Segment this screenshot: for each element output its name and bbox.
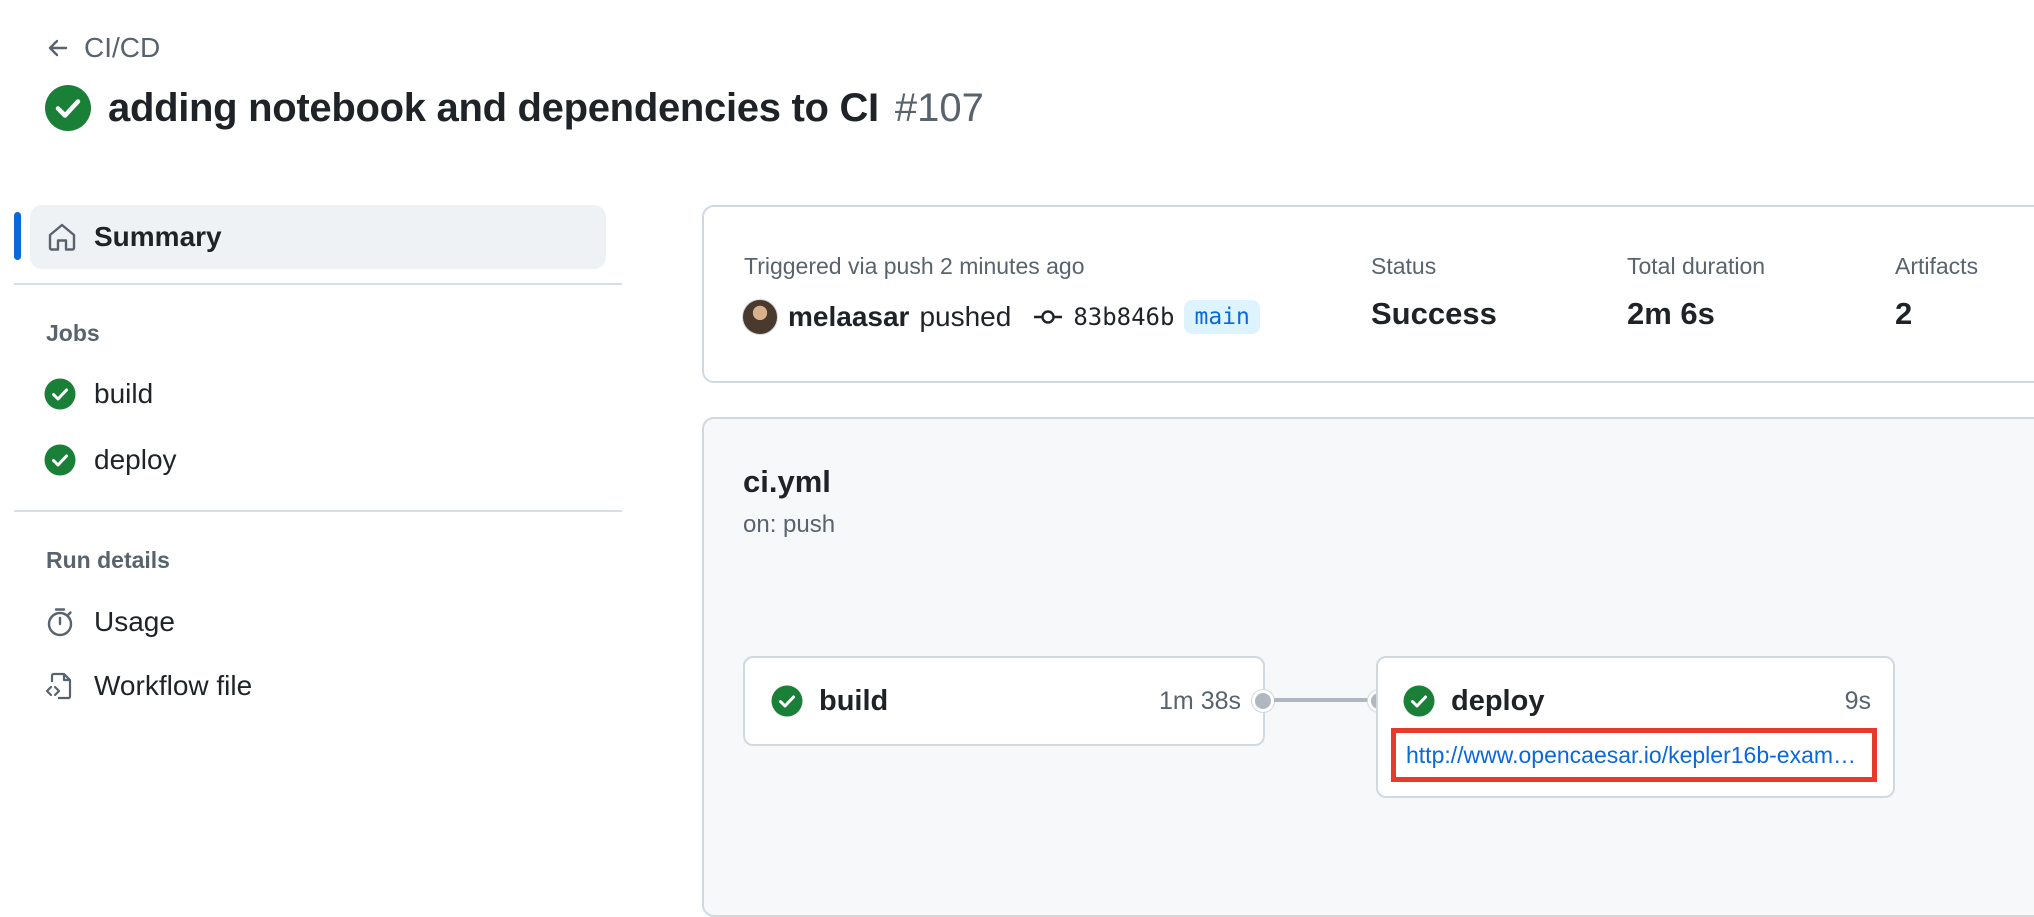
avatar[interactable] xyxy=(742,299,778,335)
sidebar-item-deploy[interactable]: deploy xyxy=(44,444,177,476)
nav-active-indicator xyxy=(14,212,21,260)
run-title: adding notebook and dependencies to CI xyxy=(108,85,879,130)
workflow-file-name: ci.yml xyxy=(743,464,831,499)
sidebar-item-label: build xyxy=(94,378,154,409)
commit-info: melaasar pushed 83b846b main xyxy=(742,299,1260,335)
job-node-build[interactable]: build 1m 38s xyxy=(743,656,1265,746)
check-circle-fill-icon xyxy=(44,378,76,410)
duration-value: 2m 6s xyxy=(1627,296,1715,331)
file-code-icon xyxy=(44,670,76,702)
duration-label: Total duration xyxy=(1627,253,1766,279)
job-duration: 1m 38s xyxy=(1159,686,1241,715)
job-duration: 9s xyxy=(1844,686,1871,715)
page-title: adding notebook and dependencies to CI #… xyxy=(44,84,984,132)
action-text: pushed xyxy=(919,301,1012,332)
git-commit-icon xyxy=(1033,307,1063,327)
check-circle-fill-icon xyxy=(771,685,803,717)
job-name: build xyxy=(819,684,889,717)
sidebar-item-label: Usage xyxy=(94,606,175,637)
status-label: Status xyxy=(1371,253,1437,279)
arrow-left-icon xyxy=(46,36,70,60)
commit-sha-link[interactable]: 83b846b xyxy=(1073,303,1174,331)
check-circle-fill-icon xyxy=(44,84,92,132)
sidebar-item-summary[interactable]: Summary xyxy=(30,205,606,269)
check-circle-fill-icon xyxy=(44,444,76,476)
actor-name[interactable]: melaasar xyxy=(788,301,909,333)
sidebar-item-build[interactable]: build xyxy=(44,378,153,410)
sidebar-item-label: deploy xyxy=(94,444,177,475)
trigger-text: Triggered via push 2 minutes ago xyxy=(744,253,1085,279)
jobs-heading: Jobs xyxy=(46,320,100,346)
sidebar-divider xyxy=(14,283,622,285)
sidebar-item-label: Summary xyxy=(94,221,222,252)
job-connector xyxy=(1274,698,1368,702)
connector-dot xyxy=(1252,690,1274,712)
stopwatch-icon xyxy=(44,606,76,638)
sidebar-item-usage[interactable]: Usage xyxy=(44,606,175,638)
sidebar-divider xyxy=(14,510,622,512)
back-link[interactable]: CI/CD xyxy=(46,32,160,64)
deploy-url-highlight: http://www.opencaesar.io/kepler16b-examp… xyxy=(1391,728,1877,782)
sidebar-item-label: Workflow file xyxy=(94,670,253,701)
job-name: deploy xyxy=(1451,684,1545,717)
branch-badge[interactable]: main xyxy=(1184,300,1260,334)
run-summary-card xyxy=(702,205,2034,383)
sidebar-item-workflow-file[interactable]: Workflow file xyxy=(44,670,252,702)
back-link-label: CI/CD xyxy=(84,32,161,63)
workflow-trigger: on: push xyxy=(743,511,836,538)
run-number: #107 xyxy=(894,85,984,130)
deploy-url-link[interactable]: http://www.opencaesar.io/kepler16b-examp… xyxy=(1406,742,1858,769)
artifacts-value[interactable]: 2 xyxy=(1895,296,1912,332)
home-icon xyxy=(46,221,78,253)
check-circle-fill-icon xyxy=(1403,685,1435,717)
run-details-heading: Run details xyxy=(46,547,170,573)
status-value: Success xyxy=(1371,296,1497,331)
artifacts-label: Artifacts xyxy=(1895,253,1979,279)
